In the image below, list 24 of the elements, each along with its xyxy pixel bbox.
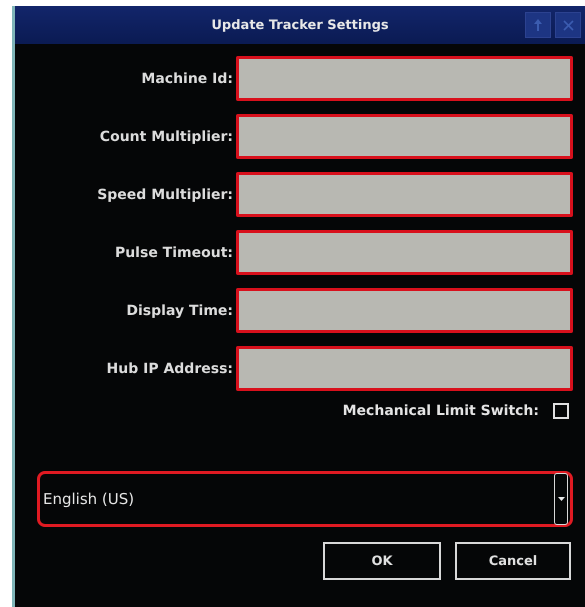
window-title: Update Tracker Settings bbox=[211, 18, 389, 32]
field-label: Hub IP Address: bbox=[106, 360, 234, 376]
checkbox-label: Mechanical Limit Switch: bbox=[342, 403, 539, 419]
field-label: Machine Id: bbox=[140, 70, 234, 86]
close-icon bbox=[562, 20, 574, 30]
caret-icon bbox=[558, 497, 564, 501]
field-label: Count Multiplier: bbox=[98, 128, 234, 144]
checkbox[interactable] bbox=[553, 403, 569, 419]
field-label: Display Time: bbox=[125, 302, 234, 318]
dropdown-arrow-button[interactable] bbox=[554, 473, 568, 525]
language-dropdown[interactable]: English (US) bbox=[37, 471, 573, 527]
field-label: Speed Multiplier: bbox=[96, 186, 234, 202]
input-field[interactable] bbox=[236, 56, 573, 101]
close-button[interactable] bbox=[555, 12, 581, 38]
input-field[interactable] bbox=[236, 114, 573, 159]
ok-button[interactable]: OK bbox=[323, 542, 441, 580]
input-field[interactable] bbox=[236, 288, 573, 333]
cancel-button[interactable]: Cancel bbox=[455, 542, 571, 580]
input-field[interactable] bbox=[236, 230, 573, 275]
field-label: Pulse Timeout: bbox=[114, 244, 234, 260]
input-field[interactable] bbox=[236, 172, 573, 217]
input-field[interactable] bbox=[236, 346, 573, 391]
arrow-up-icon bbox=[534, 19, 542, 31]
maximize-button[interactable] bbox=[525, 12, 551, 38]
